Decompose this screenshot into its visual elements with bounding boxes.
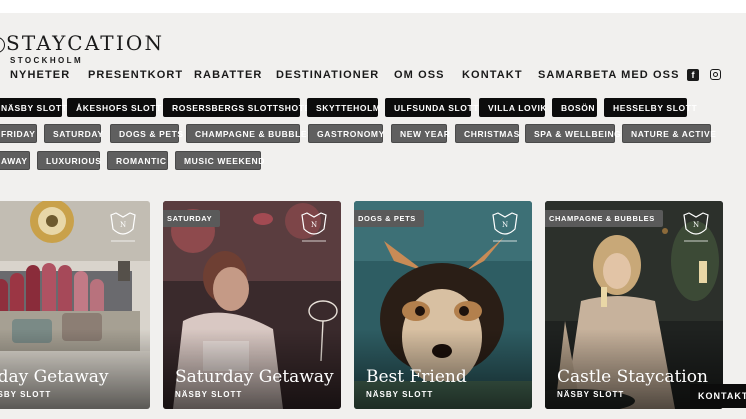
nasby-emblem-icon: N [492,212,518,242]
chip-ulfsunda-slott[interactable]: ULFSUNDA SLOTT [385,98,478,117]
chip-nature-active[interactable]: NATURE & ACTIVE [622,124,716,143]
svg-text:N: N [502,221,508,229]
card-title: Saturday Getaway [175,367,334,387]
offer-card-champagne[interactable]: CHAMPAGNE & BUBBLES N Castle Staycation … [545,201,723,409]
page: STAYCATION STOCKHOLM NYHETER PRESENTKORT… [0,0,746,419]
nav-item-nyheter[interactable]: NYHETER [10,69,70,81]
svg-text:N: N [693,221,699,229]
nav-item-om-oss[interactable]: OM OSS [394,69,445,81]
chip-villa-lovik[interactable]: VILLA LOVIK [479,98,547,117]
instagram-icon[interactable] [710,69,721,80]
card-location: NÄSBY SLOTT [366,390,434,399]
chip-spa-wellbeing[interactable]: SPA & WELLBEING [525,124,621,143]
chip-friday[interactable]: FRIDAY [0,124,37,143]
chip-luxurious[interactable]: LUXURIOUS [37,151,101,170]
svg-text:N: N [311,221,317,229]
card-tag: CHAMPAGNE & BUBBLES [545,210,663,227]
chip-romantic[interactable]: ROMANTIC [107,151,168,170]
chip-hesselby-slott[interactable]: HESSELBY SLOTT [604,98,697,117]
brand-name: STAYCATION [6,31,165,55]
card-title: riday Getaway [0,367,109,387]
offer-card-saturday[interactable]: SATURDAY N Saturday Getaway NÄSBY SLOTT [163,201,341,409]
chip-music-weekend[interactable]: MUSIC WEEKEND [175,151,264,170]
contact-button[interactable]: KONTAKTA [690,384,746,408]
chip-akeshofs-slott[interactable]: ÅKESHOFS SLOTT [67,98,161,117]
card-location: NÄSBY SLOTT [0,390,52,399]
chip-dogs-pets[interactable]: DOGS & PETS [110,124,183,143]
nasby-emblem-icon: N [683,212,709,242]
nav-item-samarbeta[interactable]: SAMARBETA MED OSS [538,69,680,81]
chip-gastronomy[interactable]: GASTRONOMY [308,124,384,143]
card-title: Castle Staycation [557,367,708,387]
nasby-emblem-icon: N [110,212,136,242]
chip-away[interactable]: AWAY [0,151,30,170]
brand-subtitle: STOCKHOLM [10,56,84,65]
chip-skytteholm[interactable]: SKYTTEHOLM [307,98,380,117]
chip-boson[interactable]: BOSÖN [552,98,597,117]
facebook-icon[interactable]: f [687,69,699,81]
chip-christmas[interactable]: CHRISTMAS [455,124,519,143]
chip-saturday[interactable]: SATURDAY [44,124,103,143]
svg-text:N: N [120,221,126,229]
card-tag: DOGS & PETS [354,210,424,227]
chip-new-year[interactable]: NEW YEAR [391,124,450,143]
chip-rosersbergs[interactable]: ROSERSBERGS SLOTTSHOTELL [163,98,322,117]
chip-nasby-slott[interactable]: NÄSBY SLOTT [0,98,67,117]
card-location: NÄSBY SLOTT [557,390,625,399]
card-title: Best Friend [366,367,467,387]
offer-card-friday[interactable]: N riday Getaway NÄSBY SLOTT [0,201,150,409]
nav-item-presentkort[interactable]: PRESENTKORT [88,69,183,81]
chip-champagne-bubbles[interactable]: CHAMPAGNE & BUBBLES [186,124,313,143]
nav-item-kontakt[interactable]: KONTAKT [462,69,523,81]
offer-card-dogs[interactable]: DOGS & PETS N Best Friend NÄSBY SLOTT [354,201,532,409]
nav-item-destinationer[interactable]: DESTINATIONER [276,69,379,81]
card-tag: SATURDAY [163,210,221,227]
nasby-emblem-icon: N [301,212,327,242]
card-location: NÄSBY SLOTT [175,390,243,399]
nav-item-rabatter[interactable]: RABATTER [194,69,262,81]
